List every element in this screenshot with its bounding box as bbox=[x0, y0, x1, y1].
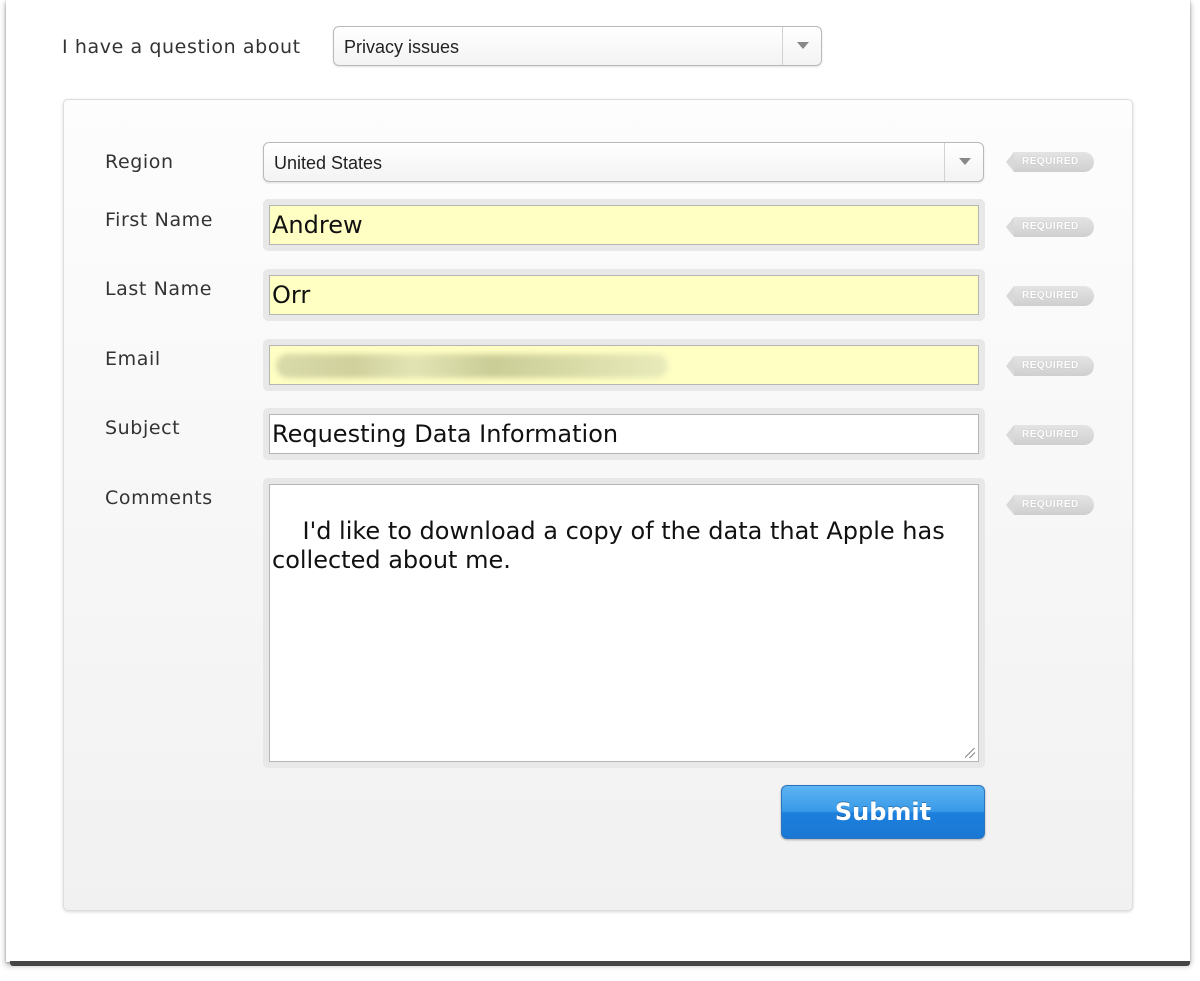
subject-label: Subject bbox=[105, 417, 181, 439]
comments-textarea[interactable]: I'd like to download a copy of the data … bbox=[269, 484, 979, 762]
email-field[interactable] bbox=[269, 345, 979, 385]
subject-wrap: Requesting Data Information bbox=[263, 408, 985, 460]
required-tag-text: REQUIRED bbox=[1022, 429, 1079, 440]
topic-label: I have a question about bbox=[62, 36, 301, 58]
required-tag-text: REQUIRED bbox=[1022, 221, 1079, 232]
required-tag-text: REQUIRED bbox=[1022, 499, 1079, 510]
topic-select[interactable]: Privacy issues bbox=[333, 26, 822, 66]
region-label: Region bbox=[105, 151, 174, 173]
comments-text: I'd like to download a copy of the data … bbox=[272, 517, 945, 574]
first-name-field[interactable]: Andrew bbox=[269, 205, 979, 245]
last-name-field[interactable]: Orr bbox=[269, 275, 979, 315]
first-name-wrap: Andrew bbox=[263, 199, 985, 251]
required-tag-icon: REQUIRED bbox=[1006, 425, 1094, 445]
topic-select-value: Privacy issues bbox=[344, 37, 460, 57]
required-tag-text: REQUIRED bbox=[1022, 156, 1079, 167]
last-name-label: Last Name bbox=[105, 278, 213, 300]
subject-field[interactable]: Requesting Data Information bbox=[269, 414, 979, 454]
required-tag-text: REQUIRED bbox=[1022, 290, 1079, 301]
redacted-email-blur bbox=[276, 354, 668, 378]
required-tag-text: REQUIRED bbox=[1022, 360, 1079, 371]
region-select-value: United States bbox=[274, 153, 383, 173]
region-select[interactable]: United States bbox=[263, 142, 984, 182]
email-wrap bbox=[263, 339, 985, 391]
required-tag-icon: REQUIRED bbox=[1006, 217, 1094, 237]
required-tag-icon: REQUIRED bbox=[1006, 152, 1094, 172]
select-divider bbox=[944, 143, 945, 181]
email-label: Email bbox=[105, 348, 161, 370]
submit-button[interactable]: Submit bbox=[781, 785, 985, 839]
chevron-down-icon bbox=[797, 42, 809, 49]
required-tag-icon: REQUIRED bbox=[1006, 356, 1094, 376]
comments-wrap: I'd like to download a copy of the data … bbox=[263, 478, 985, 768]
comments-label: Comments bbox=[105, 487, 213, 509]
resize-grip-icon[interactable] bbox=[965, 748, 975, 758]
first-name-label: First Name bbox=[105, 209, 214, 231]
last-name-wrap: Orr bbox=[263, 269, 985, 321]
chevron-down-icon bbox=[959, 158, 971, 165]
required-tag-icon: REQUIRED bbox=[1006, 495, 1094, 515]
required-tag-icon: REQUIRED bbox=[1006, 286, 1094, 306]
window-frame-bottom-edge bbox=[10, 961, 1190, 966]
select-divider bbox=[782, 27, 783, 65]
